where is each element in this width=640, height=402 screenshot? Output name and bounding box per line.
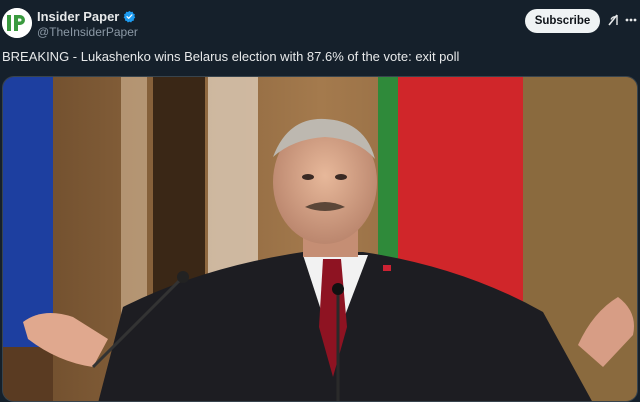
- tweet-card: Insider Paper @TheInsiderPaper Subscribe…: [0, 0, 640, 402]
- verified-badge-icon: [124, 10, 136, 23]
- grok-icon[interactable]: [607, 12, 621, 28]
- photo-illustration: [3, 77, 637, 401]
- subscribe-button[interactable]: Subscribe: [525, 9, 600, 33]
- more-options-icon[interactable]: [624, 12, 638, 28]
- author-name-text: Insider Paper: [37, 9, 120, 24]
- tweet-media-photo[interactable]: [2, 76, 638, 402]
- author-handle[interactable]: @TheInsiderPaper: [37, 25, 138, 39]
- avatar[interactable]: [2, 8, 32, 38]
- insider-paper-logo-icon: [2, 8, 32, 38]
- tweet-text: BREAKING - Lukashenko wins Belarus elect…: [2, 49, 460, 64]
- author-name[interactable]: Insider Paper: [37, 9, 136, 24]
